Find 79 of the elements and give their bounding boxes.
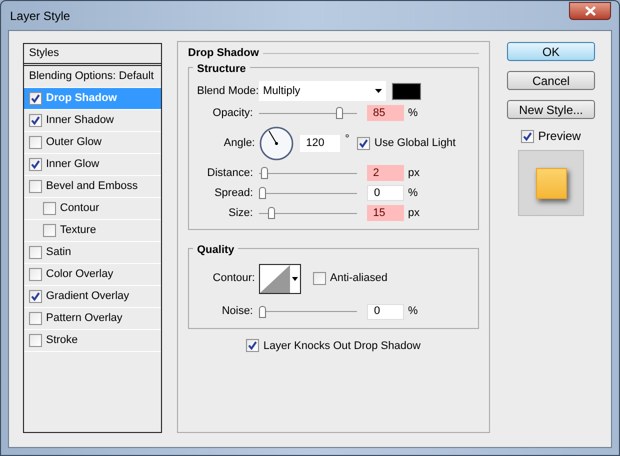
slider-thumb[interactable]	[260, 167, 268, 179]
style-list-item[interactable]: Inner Shadow	[24, 110, 161, 132]
slider-thumb[interactable]	[268, 207, 276, 219]
contour-label: Contour:	[212, 271, 256, 286]
checkbox[interactable]	[29, 158, 42, 171]
checkbox[interactable]	[29, 114, 42, 127]
checkbox[interactable]	[357, 136, 370, 150]
checkbox[interactable]	[43, 224, 56, 237]
checkbox-label: Use Global Light	[374, 136, 456, 151]
unit-label: px	[408, 166, 420, 181]
window-title: Layer Style	[10, 8, 70, 24]
caret-icon	[292, 276, 298, 280]
field-label: Size:	[228, 206, 254, 221]
field-label: Spread:	[213, 186, 254, 201]
slider[interactable]	[259, 187, 357, 199]
value-field[interactable]: 85	[367, 105, 404, 121]
contour-picker[interactable]	[259, 264, 301, 294]
style-list-item[interactable]: Bevel and Emboss	[24, 176, 161, 198]
section-title: Drop Shadow	[188, 46, 259, 61]
style-list-item[interactable]: Gradient Overlay	[24, 286, 161, 308]
checkbox[interactable]	[246, 339, 260, 352]
slider[interactable]	[259, 207, 357, 219]
value-field[interactable]: 2	[367, 165, 404, 181]
caret-icon	[375, 89, 382, 93]
slider-thumb[interactable]	[259, 306, 266, 318]
checkbox[interactable]	[521, 130, 534, 142]
checkbox[interactable]	[29, 290, 42, 303]
style-list-item[interactable]: Pattern Overlay	[24, 308, 161, 330]
value-field[interactable]: 0	[367, 185, 404, 201]
slider-thumb[interactable]	[259, 187, 266, 199]
field-label: Opacity:	[212, 106, 254, 121]
field-label: Angle:	[222, 136, 256, 151]
style-list-item[interactable]: Outer Glow	[24, 132, 161, 154]
style-list-item[interactable]: Contour	[24, 198, 161, 220]
close-icon	[584, 6, 596, 16]
style-list-item[interactable]: Inner Glow	[24, 154, 161, 176]
checkbox[interactable]	[29, 92, 42, 105]
field-label: Blend Mode:	[197, 84, 259, 99]
close-button[interactable]	[569, 2, 611, 20]
checkbox[interactable]	[29, 312, 42, 325]
unit-label: %	[408, 304, 418, 320]
checkbox[interactable]	[29, 334, 42, 347]
blend-mode-dropdown[interactable]: Multiply	[259, 81, 386, 101]
field-label: Distance:	[206, 166, 254, 181]
field-label: Noise:	[220, 304, 254, 320]
checkbox[interactable]	[29, 268, 42, 281]
style-list-item[interactable]: Stroke	[24, 330, 161, 352]
checkbox[interactable]	[29, 246, 42, 259]
style-list-item[interactable]: Texture	[24, 220, 161, 242]
checkbox-label: Layer Knocks Out Drop Shadow	[263, 338, 421, 354]
checkbox[interactable]	[43, 202, 56, 215]
unit-label: %	[408, 186, 418, 201]
color-swatch[interactable]	[392, 82, 421, 100]
slider[interactable]	[259, 107, 357, 119]
checkbox[interactable]	[29, 180, 42, 193]
unit-label: px	[408, 206, 420, 221]
slider[interactable]	[259, 167, 357, 179]
unit-label: %	[408, 106, 418, 121]
dialog-button[interactable]: OK	[507, 42, 595, 61]
slider[interactable]	[259, 306, 357, 318]
style-list-item[interactable]: Satin	[24, 242, 161, 264]
group-title: Quality	[197, 244, 234, 256]
value-field[interactable]: 15	[367, 205, 404, 221]
style-list-item[interactable]: Color Overlay	[24, 264, 161, 286]
list-header: Styles	[24, 44, 161, 66]
dialog-button[interactable]: New Style...	[507, 100, 595, 119]
angle-dial[interactable]	[259, 126, 294, 160]
dialog-button[interactable]: Cancel	[507, 71, 595, 90]
preview-square-icon	[536, 168, 566, 198]
contour-curve-icon	[260, 264, 290, 292]
group-title: Structure	[197, 62, 246, 76]
checkbox-label: Preview	[538, 128, 581, 145]
unit-label: °	[345, 132, 350, 147]
angle-field[interactable]: 120	[300, 134, 340, 152]
checkbox-label: Anti-aliased	[330, 271, 388, 286]
value-field[interactable]: 0	[367, 304, 404, 320]
slider-thumb[interactable]	[336, 107, 344, 119]
checkbox[interactable]	[313, 272, 326, 285]
checkbox[interactable]	[29, 136, 42, 149]
